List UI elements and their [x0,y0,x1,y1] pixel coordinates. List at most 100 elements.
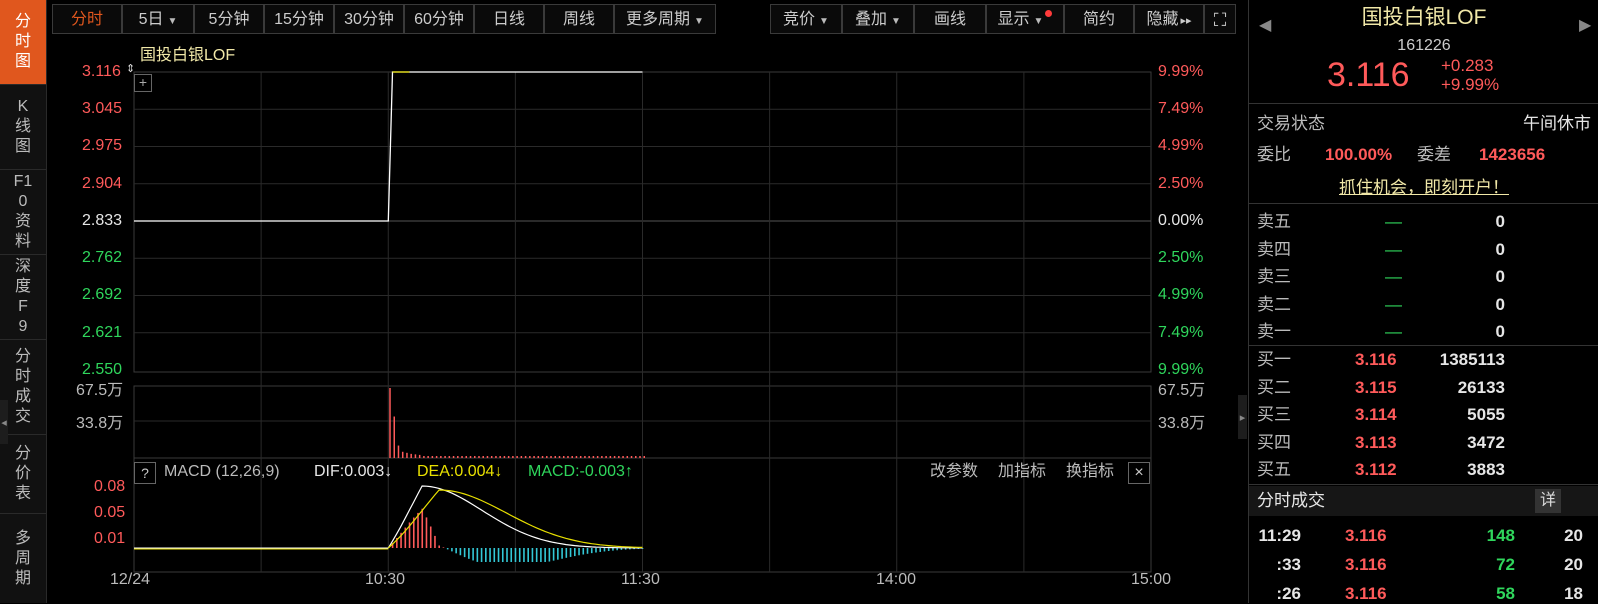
tab-kline[interactable]: K线图 [0,85,46,170]
intraday-chart[interactable] [46,36,1244,603]
tick-time: :33 [1276,555,1301,574]
period-tab-15min[interactable]: 15分钟 [264,4,334,34]
left-collapse-handle[interactable]: ◂ [0,400,8,444]
tab-price-table[interactable]: 分价表 [0,435,46,514]
volume-bar [609,456,612,458]
tick-price: 3.116 [1345,584,1387,603]
macd-hist-bar [552,548,555,561]
volume-bar [444,456,446,458]
price-label: 3.116 [82,63,121,80]
bid-volume: 3883 [1467,460,1505,479]
close-icon[interactable]: × [1128,462,1150,484]
caret-down-icon: ▼ [819,16,829,27]
macd-value: MACD:-0.003↑ [528,463,633,480]
period-tab-5min[interactable]: 5分钟 [194,4,264,34]
volume-bar [618,456,620,458]
macd-hist-bar [578,548,580,556]
tick-count: 18 [1564,584,1583,603]
macd-hist-bar [531,548,534,562]
macd-hist-bar [417,512,419,548]
period-tab-label: 60分钟 [414,11,464,28]
macd-hist-bar [540,548,542,562]
draw-line-button[interactable]: 画线 [914,4,986,34]
macd-hist-bar [485,548,487,562]
bid-price: 3.113 [1355,432,1397,452]
stock-name: 国投白银LOF [1361,6,1487,29]
volume-bar [635,456,637,458]
volume-label: 67.5万 [1158,382,1206,399]
resize-arrow-icon[interactable]: ⇕ [126,62,135,75]
macd-hist-bar [438,545,440,548]
macd-hist-bar [501,548,504,562]
period-tab-30min[interactable]: 30分钟 [334,4,404,34]
tab-depth[interactable]: 深度F9 [0,255,46,340]
volume-bar [643,456,645,458]
ask-level-label: 卖四 [1257,239,1291,259]
right-collapse-handle[interactable]: ▸ [1238,395,1247,439]
volume-bar [613,456,616,458]
period-tab-more[interactable]: 更多周期 ▼ [614,4,716,34]
volume-bars [389,388,645,458]
period-tab-intraday[interactable]: 分时 [52,4,122,34]
volume-bar [554,456,557,458]
fullscreen-button[interactable]: ⛶ [1204,4,1236,34]
add-indicator-button[interactable]: 加指标 [998,463,1046,481]
time-label: 15:00 [1131,571,1172,588]
period-tab-label: 周线 [562,11,595,28]
tab-intraday-label: 分时图 [14,13,31,70]
hide-button[interactable]: 隐藏 ▸▸ [1134,4,1204,34]
tab-f10-label: F10资料 [13,173,33,250]
tick-price: 3.116 [1345,555,1387,574]
overlay-button[interactable]: 叠加 ▼ [842,4,914,34]
period-tab-5day[interactable]: 5日 ▼ [122,4,194,34]
volume-bar [520,456,523,458]
pct-label: 7.49% [1158,324,1204,341]
volume-label: 33.8万 [1158,415,1206,432]
period-tab-daily[interactable]: 日线 [474,4,544,34]
tick-time: :26 [1276,584,1301,603]
macd-hist-bar [557,548,559,560]
tab-f10[interactable]: F10资料 [0,170,46,255]
help-icon[interactable]: ? [134,462,156,484]
ask-price: — [1385,294,1402,314]
volume-bar [435,456,438,458]
macd-hist-bar [506,548,508,562]
switch-indicator-button[interactable]: 换指标 [1066,463,1114,481]
tab-multi-period[interactable]: 多周期 [0,514,46,603]
add-overlay-icon[interactable]: + [134,74,152,92]
tick-count: 20 [1564,526,1583,545]
ask-level-label: 卖三 [1257,267,1291,286]
open-account-link[interactable]: 抓住机会，即刻开户！ [1249,178,1598,198]
volume-bar [393,416,395,458]
trade-status-label: 交易状态 [1257,114,1325,133]
macd-hist-bar [468,548,470,559]
display-button[interactable]: 显示 ▼ [986,4,1064,34]
volume-bar [410,453,412,458]
bid-price: 3.112 [1355,460,1397,479]
volume-bar [457,456,459,458]
macd-name[interactable]: MACD (12,26,9) [164,463,280,481]
tab-ticks-label: 分时成交 [14,348,31,425]
macd-hist-bar [442,547,445,548]
tool-label: 画线 [933,11,966,28]
period-tab-label: 5分钟 [208,11,250,28]
ask-volume: 0 [1495,294,1505,314]
price-label: 2.621 [82,324,123,341]
period-tab-label: 15分钟 [274,11,324,28]
tab-intraday[interactable]: 分时图 [0,0,46,85]
ticks-detail-button[interactable]: 详 [1535,489,1561,513]
bid-level-label: 买一 [1257,350,1291,369]
caret-down-icon: ▼ [1033,16,1044,27]
order-diff-label: 委差 [1417,145,1451,164]
macd-hist-bar [459,548,462,556]
period-tab-label: 5日 [138,11,164,28]
period-tab-weekly[interactable]: 周线 [544,4,614,34]
simple-mode-button[interactable]: 简约 [1064,4,1134,34]
change-params-button[interactable]: 改参数 [930,463,978,481]
volume-bar [639,456,641,458]
period-tab-60min[interactable]: 60分钟 [404,4,474,34]
double-chevron-right-icon: ▸▸ [1180,15,1192,27]
ask-level-label: 卖二 [1257,294,1291,314]
order-ratio-value: 100.00% [1325,145,1393,164]
auction-button[interactable]: 竞价 ▼ [770,4,842,34]
